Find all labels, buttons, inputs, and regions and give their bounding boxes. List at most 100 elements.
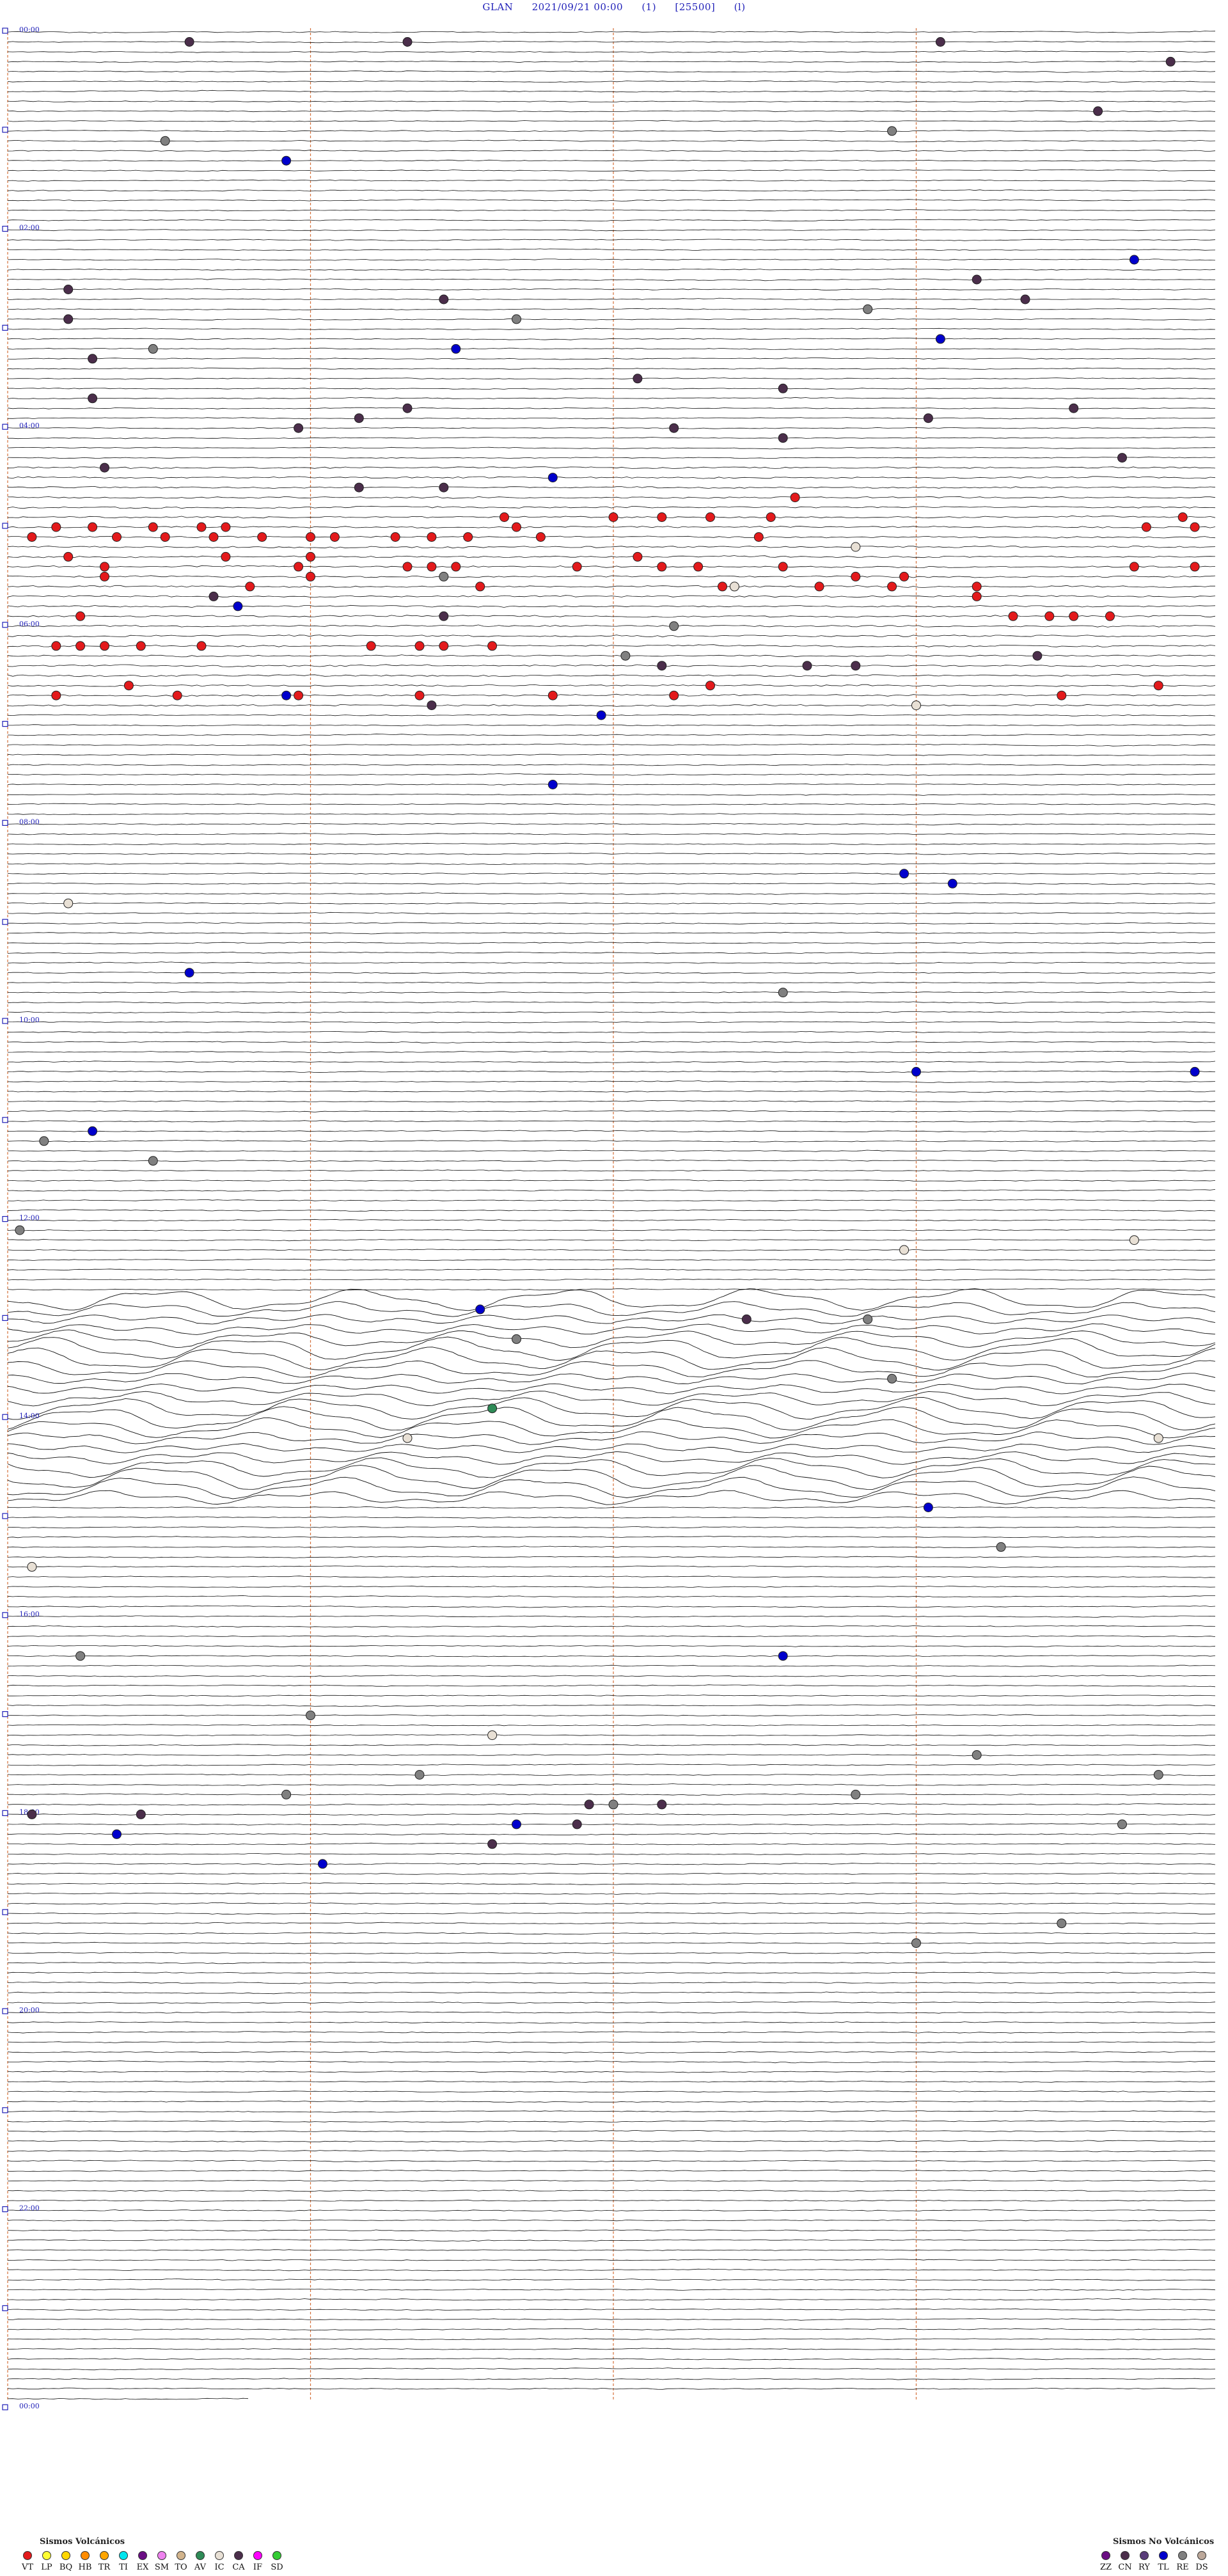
- event-vt-98: [1105, 611, 1115, 621]
- trace-row-83: [7, 853, 1216, 855]
- trace-row-121: [7, 1229, 1216, 1231]
- hour-tick-odd-9: [2, 919, 8, 925]
- trace-row-235: [7, 2358, 1216, 2360]
- hour-label-7: 14:00: [19, 1412, 40, 1420]
- hour-tick-4: [2, 819, 8, 826]
- hour-tick-odd-5: [2, 523, 8, 529]
- trace-row-35: [8, 377, 1216, 380]
- event-vt-35: [790, 493, 800, 503]
- trace-row-38: [7, 407, 1216, 409]
- trace-row-193: [8, 1941, 1216, 1945]
- event-re-137: [39, 1136, 49, 1146]
- legend-volcanic-code-to: TO: [175, 2563, 187, 2572]
- event-re-6: [160, 136, 170, 146]
- event-vt-53: [209, 532, 219, 542]
- event-re-133: [778, 988, 788, 998]
- event-tl-132: [184, 968, 194, 978]
- trace-row-171: [7, 1724, 1216, 1727]
- trace-row-3: [7, 60, 1216, 63]
- event-tl-136: [88, 1126, 98, 1136]
- legend-volcanic-av: AV: [191, 2551, 210, 2572]
- legend-nonvolcanic-code-re: RE: [1176, 2563, 1189, 2572]
- trace-row-180: [7, 1813, 1216, 1816]
- trace-row-163: [7, 1645, 1216, 1647]
- hour-tick-11: [2, 2206, 8, 2213]
- trace-row-112: [7, 1139, 1216, 1142]
- legend-volcanic-if: IF: [248, 2551, 267, 2572]
- trace-row-33: [7, 357, 1216, 360]
- trace-row-133: [7, 1336, 1216, 1361]
- trace-row-130: [7, 1314, 1216, 1325]
- trace-row-222: [7, 2229, 1216, 2232]
- event-tl-142: [475, 1304, 485, 1315]
- trace-row-159: [7, 1605, 1216, 1608]
- trace-row-28: [7, 308, 1216, 311]
- trace-row-194: [7, 1952, 1216, 1954]
- trace-row-94: [7, 961, 1216, 965]
- event-vt-46: [221, 522, 231, 532]
- trace-row-90: [7, 922, 1215, 925]
- event-vt-83: [245, 581, 255, 592]
- trace-row-162: [7, 1635, 1216, 1638]
- event-tl-135: [1190, 1066, 1200, 1077]
- event-ca-2: [935, 37, 945, 47]
- event-vt-68: [294, 562, 304, 572]
- trace-row-11: [7, 139, 1216, 143]
- legend-volcanic-dot-bq: [61, 2551, 70, 2560]
- trace-row-190: [7, 1912, 1216, 1915]
- trace-row-147: [7, 1476, 1216, 1499]
- trace-row-226: [8, 2268, 1216, 2272]
- trace-row-34: [7, 367, 1216, 370]
- event-vt-108: [487, 641, 498, 651]
- trace-row-224: [7, 2249, 1216, 2251]
- legend-volcanic-dot-ca: [234, 2551, 243, 2560]
- trace-row-53: [7, 555, 1216, 558]
- trace-row-215: [7, 2160, 1216, 2162]
- event-vt-97: [1069, 611, 1079, 621]
- trace-row-17: [7, 199, 1216, 201]
- trace-row-233: [7, 2338, 1216, 2341]
- trace-row-50: [7, 526, 1216, 529]
- event-ca-3: [1165, 56, 1176, 67]
- hour-label-4: 08:00: [19, 818, 40, 826]
- event-re-13: [863, 304, 873, 314]
- trace-row-141: [7, 1417, 1216, 1439]
- event-re-154: [75, 1651, 86, 1661]
- trace-row-230: [7, 2308, 1216, 2311]
- hour-label-10: 20:00: [19, 2006, 40, 2014]
- event-tl-124: [281, 690, 292, 700]
- trace-row-148: [7, 1490, 1216, 1505]
- legend-volcanic-code-sm: SM: [154, 2563, 169, 2572]
- event-vt-88: [887, 581, 897, 592]
- event-vt-96: [1044, 611, 1055, 621]
- trace-row-225: [7, 2259, 1216, 2261]
- trace-row-54: [7, 565, 1216, 569]
- event-vt-71: [451, 562, 461, 572]
- event-re-157: [972, 1750, 982, 1760]
- trace-row-156: [7, 1576, 1216, 1578]
- event-vt-105: [366, 641, 376, 651]
- hour-tick-odd-1: [2, 127, 8, 133]
- trace-row-157: [7, 1585, 1216, 1588]
- trace-row-103: [7, 1050, 1216, 1054]
- event-vt-119: [294, 690, 304, 700]
- trace-row-7: [7, 100, 1216, 103]
- trace-row-206: [7, 2070, 1216, 2073]
- event-vt-81: [851, 571, 861, 581]
- trace-row-204: [7, 2051, 1216, 2054]
- hour-label-6: 12:00: [19, 1214, 40, 1222]
- nonvolcanic-legend-title: Sismos No Volcánicos: [1113, 2537, 1215, 2547]
- event-vt-39: [705, 512, 715, 522]
- legend-volcanic-code-if: IF: [253, 2563, 263, 2572]
- event-vt-77: [1190, 562, 1200, 572]
- trace-row-181: [7, 1823, 1216, 1826]
- event-ic-152: [27, 1561, 37, 1572]
- trace-row-146: [7, 1465, 1216, 1490]
- legend-nonvolcanic-cn: CN: [1115, 2551, 1135, 2572]
- trace-row-186: [7, 1872, 1216, 1875]
- trace-row-161: [7, 1625, 1216, 1628]
- trace-row-184: [7, 1853, 1216, 1855]
- trace-row-123: [7, 1249, 1216, 1251]
- trace-row-187: [7, 1882, 1216, 1885]
- hour-tick-6: [2, 1215, 8, 1222]
